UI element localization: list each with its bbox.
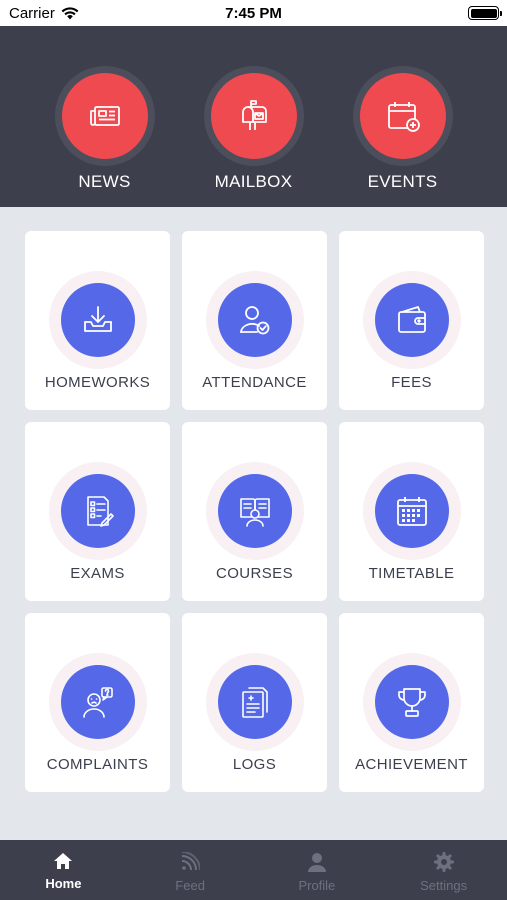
download-tray-icon xyxy=(60,283,135,357)
status-time: 7:45 PM xyxy=(225,5,282,22)
homeworks-icon-ring xyxy=(48,271,147,369)
book-reader-icon xyxy=(217,474,292,548)
gear-icon xyxy=(433,852,454,872)
mailbox-button[interactable]: MAILBOX xyxy=(189,26,319,207)
fees-card[interactable]: FEES xyxy=(339,231,484,410)
person-icon xyxy=(307,852,327,872)
achievement-label: ACHIEVEMENT xyxy=(355,756,468,773)
homeworks-card[interactable]: HOMEWORKS xyxy=(25,231,170,410)
newspaper-icon xyxy=(61,73,148,159)
tab-home-label: Home xyxy=(45,876,82,891)
wallet-icon xyxy=(374,283,449,357)
news-label: NEWS xyxy=(78,172,131,191)
documents-icon xyxy=(217,665,292,739)
battery-icon xyxy=(468,6,502,20)
tab-profile-label: Profile xyxy=(298,878,336,893)
feature-grid: HOMEWORKS ATTENDANCE FEES EXAMS COURSES … xyxy=(25,231,484,792)
attendance-label: ATTENDANCE xyxy=(202,374,307,391)
tab-profile[interactable]: Profile xyxy=(254,840,381,900)
complaints-icon-ring xyxy=(48,653,147,751)
achievement-card[interactable]: ACHIEVEMENT xyxy=(339,613,484,792)
attendance-icon-ring xyxy=(205,271,304,369)
mailbox-icon xyxy=(210,73,297,159)
bottom-tab-bar: Home Feed Profile Settings xyxy=(0,840,507,900)
home-icon xyxy=(53,852,73,870)
calendar-grid-icon xyxy=(374,474,449,548)
rss-icon xyxy=(180,852,201,872)
logs-icon-ring xyxy=(205,653,304,751)
logs-card[interactable]: LOGS xyxy=(182,613,327,792)
timetable-card[interactable]: TIMETABLE xyxy=(339,422,484,601)
events-icon-ring xyxy=(352,66,453,166)
top-quick-panel: NEWS MAILBOX EVENTS xyxy=(0,26,507,207)
tab-feed-label: Feed xyxy=(175,878,205,893)
exams-card[interactable]: EXAMS xyxy=(25,422,170,601)
mailbox-label: MAILBOX xyxy=(214,172,293,191)
exam-sheet-icon xyxy=(60,474,135,548)
trophy-icon xyxy=(374,665,449,739)
user-question-icon xyxy=(60,665,135,739)
exams-label: EXAMS xyxy=(70,565,125,582)
news-icon-ring xyxy=(54,66,155,166)
tab-settings[interactable]: Settings xyxy=(380,840,507,900)
exams-icon-ring xyxy=(48,462,147,560)
timetable-label: TIMETABLE xyxy=(368,565,455,582)
homeworks-label: HOMEWORKS xyxy=(44,374,151,391)
fees-label: FEES xyxy=(391,374,432,391)
status-bar: Carrier 7:45 PM xyxy=(0,0,507,26)
attendance-card[interactable]: ATTENDANCE xyxy=(182,231,327,410)
events-label: EVENTS xyxy=(367,172,438,191)
fees-icon-ring xyxy=(362,271,461,369)
tab-feed[interactable]: Feed xyxy=(127,840,254,900)
calendar-plus-icon xyxy=(359,73,446,159)
courses-card[interactable]: COURSES xyxy=(182,422,327,601)
courses-icon-ring xyxy=(205,462,304,560)
news-button[interactable]: NEWS xyxy=(40,26,170,207)
complaints-label: COMPLAINTS xyxy=(46,756,149,773)
events-button[interactable]: EVENTS xyxy=(338,26,468,207)
tab-settings-label: Settings xyxy=(420,878,468,893)
mailbox-icon-ring xyxy=(203,66,304,166)
logs-label: LOGS xyxy=(232,756,277,773)
complaints-card[interactable]: COMPLAINTS xyxy=(25,613,170,792)
achievement-icon-ring xyxy=(362,653,461,751)
timetable-icon-ring xyxy=(362,462,461,560)
user-check-icon xyxy=(217,283,292,357)
tab-home[interactable]: Home xyxy=(0,840,127,900)
courses-label: COURSES xyxy=(216,565,293,582)
